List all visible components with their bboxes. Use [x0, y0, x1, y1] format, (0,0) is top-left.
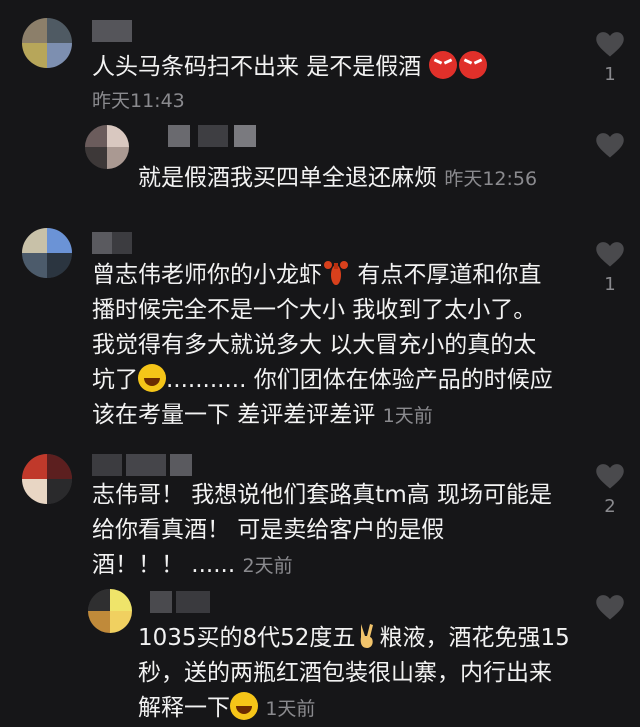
victory-hand-icon: [361, 624, 374, 648]
like-button[interactable]: 2: [590, 462, 630, 518]
heart-icon: [596, 242, 624, 267]
like-button[interactable]: [590, 131, 630, 187]
avatar[interactable]: [22, 454, 72, 504]
reply-text: 就是假酒我买四单全退还麻烦 昨天12:56: [138, 165, 538, 191]
like-count: 1: [604, 274, 616, 295]
avatar[interactable]: [22, 228, 72, 278]
like-button[interactable]: 1: [590, 240, 630, 296]
username-blurred[interactable]: [92, 20, 132, 42]
comment-text: 人头马条码扫不出来 是不是假酒: [92, 50, 572, 85]
heart-icon: [596, 595, 624, 620]
comment-item[interactable]: 曾志伟老师你的小龙虾 有点不厚道和你直 播时候完全不是一个大小 我收到了太小了。…: [0, 220, 640, 435]
reply-text: 1035买的8代52度五 粮液，酒花免强15 秒，送的两瓶红酒包装很山寨，内行出来…: [138, 621, 588, 727]
like-count: 2: [604, 496, 616, 517]
comment-time: 2天前: [242, 555, 293, 577]
avatar[interactable]: [88, 589, 132, 633]
reply-item[interactable]: 1035买的8代52度五 粮液，酒花免强15 秒，送的两瓶红酒包装很山寨，内行出来…: [0, 585, 640, 721]
like-button[interactable]: [590, 593, 630, 649]
avatar[interactable]: [85, 125, 129, 169]
heart-icon: [596, 32, 624, 57]
like-count: [590, 165, 630, 187]
tears-of-joy-icon: [230, 692, 258, 720]
comment-item[interactable]: 志伟哥！ 我想说他们套路真tm高 现场可能是 给你看真酒！ 可是卖给客户的是假 …: [0, 440, 640, 585]
heart-icon: [596, 133, 624, 158]
like-button[interactable]: 1: [590, 30, 630, 86]
comment-time: 昨天12:56: [444, 168, 538, 190]
avatar[interactable]: [22, 18, 72, 68]
comment-text: 曾志伟老师你的小龙虾 有点不厚道和你直 播时候完全不是一个大小 我收到了太小了。…: [92, 258, 582, 434]
angry-face-icon: [428, 51, 457, 79]
username-blurred[interactable]: [150, 591, 220, 613]
like-count: 1: [604, 64, 616, 85]
username-blurred[interactable]: [92, 232, 132, 254]
comment-item[interactable]: 人头马条码扫不出来 是不是假酒 昨天11:43 1: [0, 0, 640, 115]
comment-time: 昨天11:43: [92, 90, 185, 112]
lobster-icon: [324, 261, 348, 285]
username-blurred[interactable]: [168, 125, 278, 147]
angry-face-icon: [458, 51, 487, 79]
reply-item[interactable]: 就是假酒我买四单全退还麻烦 昨天12:56: [0, 115, 640, 210]
heart-icon: [596, 464, 624, 489]
like-count: [590, 627, 630, 649]
comment-time: 1天前: [382, 405, 433, 427]
comment-text: 志伟哥！ 我想说他们套路真tm高 现场可能是 给你看真酒！ 可是卖给客户的是假 …: [92, 482, 553, 578]
username-blurred[interactable]: [92, 454, 202, 476]
tears-of-joy-icon: [138, 364, 166, 392]
